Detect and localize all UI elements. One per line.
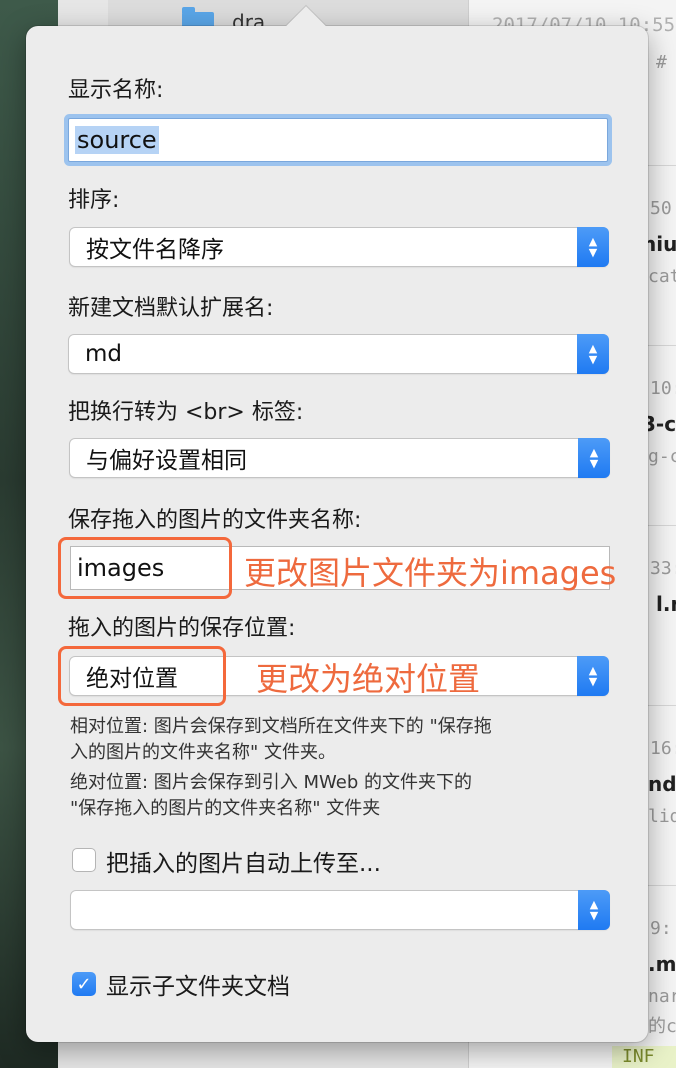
default-extension-select[interactable]: md ▲ ▼ [68, 334, 609, 374]
list-item[interactable]: nar [648, 986, 676, 1007]
image-location-label: 拖入的图片的保存位置: [68, 616, 296, 641]
list-item[interactable]: .m [648, 952, 676, 976]
line-break-label: 把换行转为 <br> 标签: [68, 400, 304, 425]
folder-settings-popover: 显示名称: source 排序: 按文件名降序 ▲ ▼ 新建文档默认扩展名: md… [26, 6, 648, 1042]
chevron-updown-icon: ▲ ▼ [578, 890, 610, 930]
auto-upload-label[interactable]: 把插入的图片自动上传至... [106, 844, 381, 878]
list-item[interactable]: g-c [648, 446, 676, 467]
upload-service-select[interactable]: ▲ ▼ [70, 890, 610, 930]
list-item[interactable]: nd [648, 772, 676, 796]
list-item[interactable]: 16: [650, 738, 676, 759]
chevron-updown-icon: ▲ ▼ [577, 334, 609, 374]
default-extension-label: 新建文档默认扩展名: [68, 296, 274, 321]
auto-upload-checkbox[interactable] [72, 848, 96, 872]
list-item[interactable]: 的c [648, 1012, 676, 1038]
list-item[interactable]: 10: [650, 378, 676, 399]
chevron-updown-icon: ▲ ▼ [577, 227, 609, 267]
line-break-value: 与偏好设置相同 [86, 448, 247, 474]
default-extension-value: md [85, 341, 123, 367]
show-subfolder-docs-checkbox[interactable]: ✓ [72, 972, 96, 996]
info-tag: INF [612, 1046, 676, 1068]
list-item[interactable]: lida [648, 806, 676, 827]
annotation-highlight-box [58, 646, 226, 706]
list-item[interactable]: cat [648, 266, 676, 287]
annotation-image-folder-note: 更改图片文件夹为images [244, 554, 617, 592]
location-description-line: 入的图片的文件夹名称" 文件夹。 [70, 742, 336, 763]
list-item: # [656, 52, 667, 73]
location-description-line: 相对位置: 图片会保存到文档所在文件夹下的 "保存拖 [70, 716, 492, 737]
sort-label: 排序: [68, 188, 120, 213]
annotation-location-note: 更改为绝对位置 [256, 660, 481, 698]
list-item[interactable]: l.m [656, 592, 676, 616]
location-description-line: "保存拖入的图片的文件夹名称" 文件夹 [70, 798, 381, 819]
image-folder-label: 保存拖入的图片的文件夹名称: [68, 508, 362, 533]
checkmark-icon: ✓ [76, 973, 92, 995]
display-name-input[interactable]: source [68, 118, 608, 162]
list-item[interactable]: 50 [650, 198, 676, 219]
chevron-updown-icon: ▲ ▼ [577, 656, 609, 696]
display-name-label: 显示名称: [68, 78, 164, 103]
display-name-value: source [75, 126, 159, 154]
list-item[interactable]: 33: [650, 558, 676, 579]
line-break-select[interactable]: 与偏好设置相同 ▲ ▼ [69, 438, 610, 478]
chevron-updown-icon: ▲ ▼ [578, 438, 610, 478]
list-item[interactable]: 9: [650, 918, 676, 939]
show-subfolder-docs-label[interactable]: 显示子文件夹文档 [106, 967, 290, 1001]
sort-select[interactable]: 按文件名降序 ▲ ▼ [69, 227, 609, 267]
sort-value: 按文件名降序 [86, 237, 224, 263]
location-description-line: 绝对位置: 图片会保存到引入 MWeb 的文件夹下的 [70, 772, 473, 793]
annotation-highlight-box [58, 537, 232, 599]
